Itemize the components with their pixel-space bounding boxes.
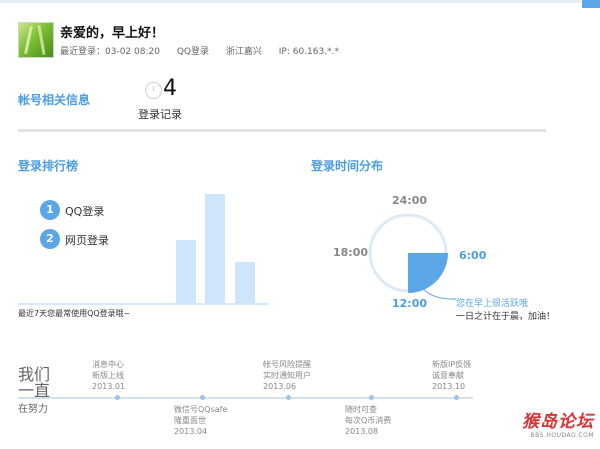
ranking-bar bbox=[205, 194, 225, 303]
timeline-heading-3: 在努力 bbox=[18, 404, 48, 415]
timeline-event-1[interactable]: 消息中心 新版上线 2013.01 bbox=[92, 359, 125, 392]
ranking-bar bbox=[235, 262, 255, 303]
activity-tip-sub: 一日之计在于晨，加油！ bbox=[456, 312, 556, 322]
last-login-info: 最近登录：03-02 08:20 QQ登录 浙江嘉兴 IP: 60.163.*.… bbox=[60, 44, 353, 57]
ranking-bar bbox=[176, 240, 196, 303]
timeline-dot bbox=[454, 395, 459, 400]
timeline-event-5[interactable]: 新版IP反馈 诚意奉献 2013.10 bbox=[432, 359, 471, 392]
rank-label-2: 网页登录 bbox=[65, 234, 109, 247]
time-distribution-clock bbox=[368, 213, 457, 300]
rank-badge-1: 1 bbox=[40, 200, 60, 220]
watermark-url: BBS.HOUDAO.COM bbox=[530, 432, 594, 439]
clock-label-left: 18:00 bbox=[333, 246, 369, 259]
timeline-line bbox=[18, 397, 473, 399]
timeline-event-2[interactable]: 微信号QQsafe 隆重面世 2013.04 bbox=[174, 404, 227, 437]
login-count[interactable]: 4 bbox=[163, 76, 177, 101]
timeline-dot bbox=[200, 395, 205, 400]
watermark-brand: 猴岛论坛 bbox=[522, 412, 594, 431]
timeline-dot bbox=[286, 395, 291, 400]
timeline-dot bbox=[369, 395, 374, 400]
timeline-event-3[interactable]: 帐号风险提醒 实时通知用户 2013.06 bbox=[263, 359, 311, 392]
ranking-note: 最近7天您最常使用QQ登录哦~ bbox=[18, 309, 131, 318]
avatar[interactable] bbox=[18, 22, 54, 58]
account-section-title: 帐号相关信息 bbox=[18, 93, 91, 107]
timeline-dot bbox=[115, 395, 120, 400]
greeting: 亲爱的，早上好！ bbox=[60, 26, 165, 41]
top-border bbox=[0, 0, 600, 3]
last-login-region: 浙江嘉兴 bbox=[225, 47, 262, 57]
section-divider bbox=[18, 129, 546, 132]
activity-tip: 您在早上很活跃哦 bbox=[456, 299, 529, 309]
clock-label-top: 24:00 bbox=[392, 194, 428, 207]
rank-badge-2: 2 bbox=[40, 229, 60, 249]
morning-segment bbox=[408, 253, 448, 293]
rank-label-1: QQ登录 bbox=[65, 205, 105, 218]
ranking-chart-baseline bbox=[18, 303, 268, 305]
login-count-label[interactable]: 登录记录 bbox=[138, 106, 182, 122]
last-login-time: 最近登录：03-02 08:20 bbox=[60, 47, 160, 57]
clock-label-right: 6:00 bbox=[459, 249, 487, 262]
timeline-event-4[interactable]: 随时可查 每次Q币消费 2013.08 bbox=[345, 404, 391, 437]
clock-icon bbox=[145, 82, 162, 99]
site-watermark: 猴岛论坛 BBS.HOUDAO.COM bbox=[522, 407, 594, 439]
last-login-method: QQ登录 bbox=[176, 47, 209, 57]
time-section-title: 登录时间分布 bbox=[311, 159, 384, 173]
clock-label-bottom: 12:00 bbox=[392, 297, 428, 310]
last-login-ip: IP: 60.163.*.* bbox=[278, 47, 339, 57]
top-right-accent bbox=[582, 0, 600, 8]
ranking-section-title: 登录排行榜 bbox=[18, 159, 79, 173]
